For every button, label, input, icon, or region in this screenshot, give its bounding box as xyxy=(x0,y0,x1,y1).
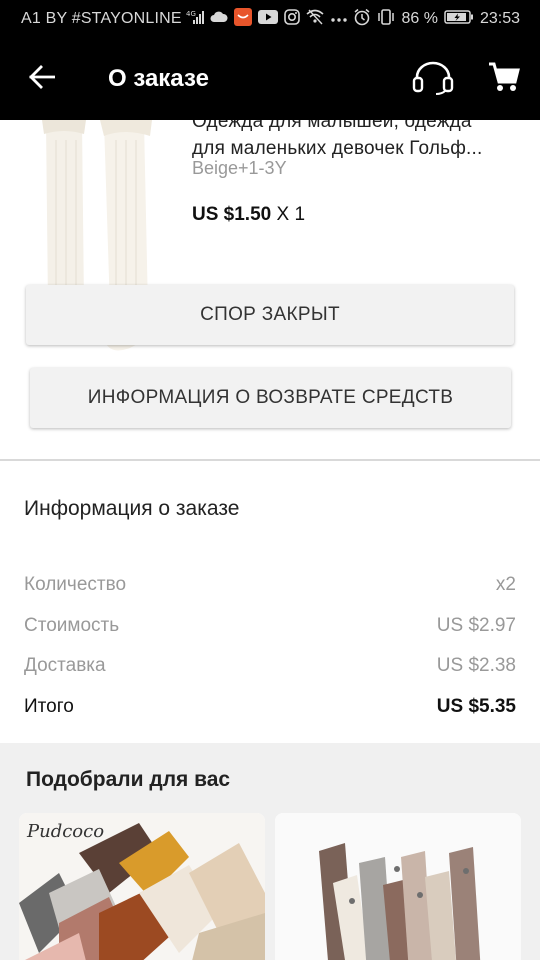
cart-icon[interactable] xyxy=(488,61,520,98)
quantity-value: x2 xyxy=(495,574,516,595)
product-price: US $1.50 X 1 xyxy=(192,204,305,226)
order-info-row: Количество x2 xyxy=(24,574,516,596)
shipping-label: Доставка xyxy=(24,655,106,676)
youtube-icon xyxy=(257,9,278,29)
order-product: Одежда для малышей, одежда для маленьких… xyxy=(0,120,540,460)
cost-value: US $2.97 xyxy=(436,615,516,636)
vibrate-icon xyxy=(377,8,395,31)
wifi-off-icon xyxy=(306,9,324,30)
carrier-name: A1 BY #STAYONLINE xyxy=(21,10,182,27)
product-title-line1: Одежда для малышей, одежда xyxy=(192,120,472,132)
recommendations-section: Подобрали для вас Pudcoco xyxy=(0,743,540,960)
aliexpress-notification-icon xyxy=(233,7,252,31)
order-info-heading: Информация о заказе xyxy=(24,497,240,520)
headset-icon[interactable] xyxy=(412,59,454,100)
product-title[interactable]: Одежда для малышей, одежда для маленьких… xyxy=(192,120,517,162)
back-button[interactable] xyxy=(0,38,84,120)
total-label: Итого xyxy=(24,696,74,717)
recommended-product-card[interactable] xyxy=(275,813,521,960)
instagram-icon xyxy=(284,8,300,30)
order-info-section: Информация о заказе Количество x2 Стоимо… xyxy=(0,461,540,743)
back-arrow-icon xyxy=(29,64,56,94)
cost-label: Стоимость xyxy=(24,615,120,636)
signal-icon: 4G xyxy=(186,9,204,30)
quantity-label: Количество xyxy=(24,574,127,595)
product-quantity: X 1 xyxy=(276,204,306,225)
shipping-value: US $2.38 xyxy=(436,655,516,676)
unit-price: US $1.50 xyxy=(192,204,272,225)
svg-text:4G: 4G xyxy=(186,10,196,18)
clock: 23:53 xyxy=(479,10,520,27)
alarm-icon xyxy=(353,8,371,31)
order-info-row: Стоимость US $2.97 xyxy=(24,615,516,637)
cloud-icon xyxy=(210,10,228,28)
recommendations-heading: Подобрали для вас xyxy=(26,768,231,791)
total-value: US $5.35 xyxy=(436,696,516,717)
status-bar: A1 BY #STAYONLINE 4G 86 % 23:53 xyxy=(0,0,540,38)
app-bar: О заказе xyxy=(0,38,540,120)
product-image: Pudcoco xyxy=(19,813,265,960)
page-title: О заказе xyxy=(108,65,209,92)
refund-info-button[interactable]: ИНФОРМАЦИЯ О ВОЗВРАТЕ СРЕДСТВ xyxy=(30,368,511,428)
product-image xyxy=(275,813,521,960)
dispute-closed-button[interactable]: СПОР ЗАКРЫТ xyxy=(26,285,514,345)
order-info-row: Доставка US $2.38 xyxy=(24,655,516,677)
product-variant: Beige+1-3Y xyxy=(192,158,287,178)
more-dots-icon xyxy=(331,10,348,28)
brand-logo: Pudcoco xyxy=(26,821,104,842)
battery-icon xyxy=(444,9,474,30)
order-total-row: Итого US $5.35 xyxy=(24,696,516,718)
battery-percent: 86 % xyxy=(401,10,438,27)
recommended-product-card[interactable]: Pudcoco xyxy=(19,813,265,960)
